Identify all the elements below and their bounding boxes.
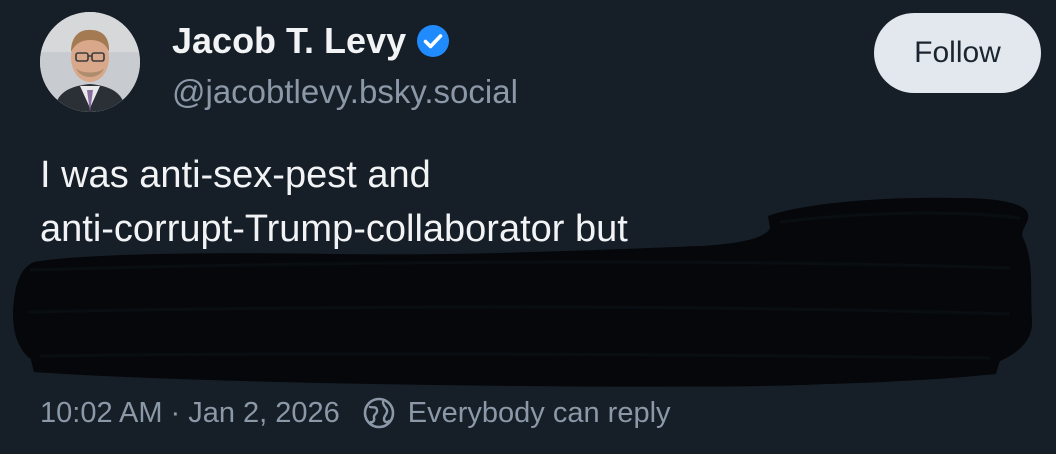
author-handle[interactable]: @jacobtlevy.bsky.social [172, 72, 518, 112]
post-card: Jacob T. Levy @jacobtlevy.bsky.social Fo… [0, 0, 1056, 454]
author-display-name[interactable]: Jacob T. Levy [172, 20, 406, 62]
author-name-row: Jacob T. Levy [172, 20, 450, 62]
post-meta: 10:02 AM · Jan 2, 2026 Everybody can rep… [40, 394, 671, 432]
reply-settings[interactable]: Everybody can reply [362, 394, 671, 432]
follow-button[interactable]: Follow [874, 13, 1041, 93]
globe-icon [362, 396, 396, 430]
post-text-line: I was anti-sex-pest and [40, 154, 431, 196]
post-text: I was anti-sex-pest and anti-corrupt-Tru… [40, 148, 1040, 256]
reply-settings-label: Everybody can reply [407, 397, 671, 429]
avatar[interactable] [40, 12, 140, 112]
verified-check-icon[interactable] [416, 24, 450, 58]
post-time[interactable]: 10:02 AM [40, 394, 163, 432]
post-text-line: anti-corrupt-Trump-collaborator but [40, 208, 628, 250]
avatar-image [40, 12, 140, 112]
meta-separator: · [170, 397, 181, 429]
post-date[interactable]: Jan 2, 2026 [188, 394, 340, 432]
